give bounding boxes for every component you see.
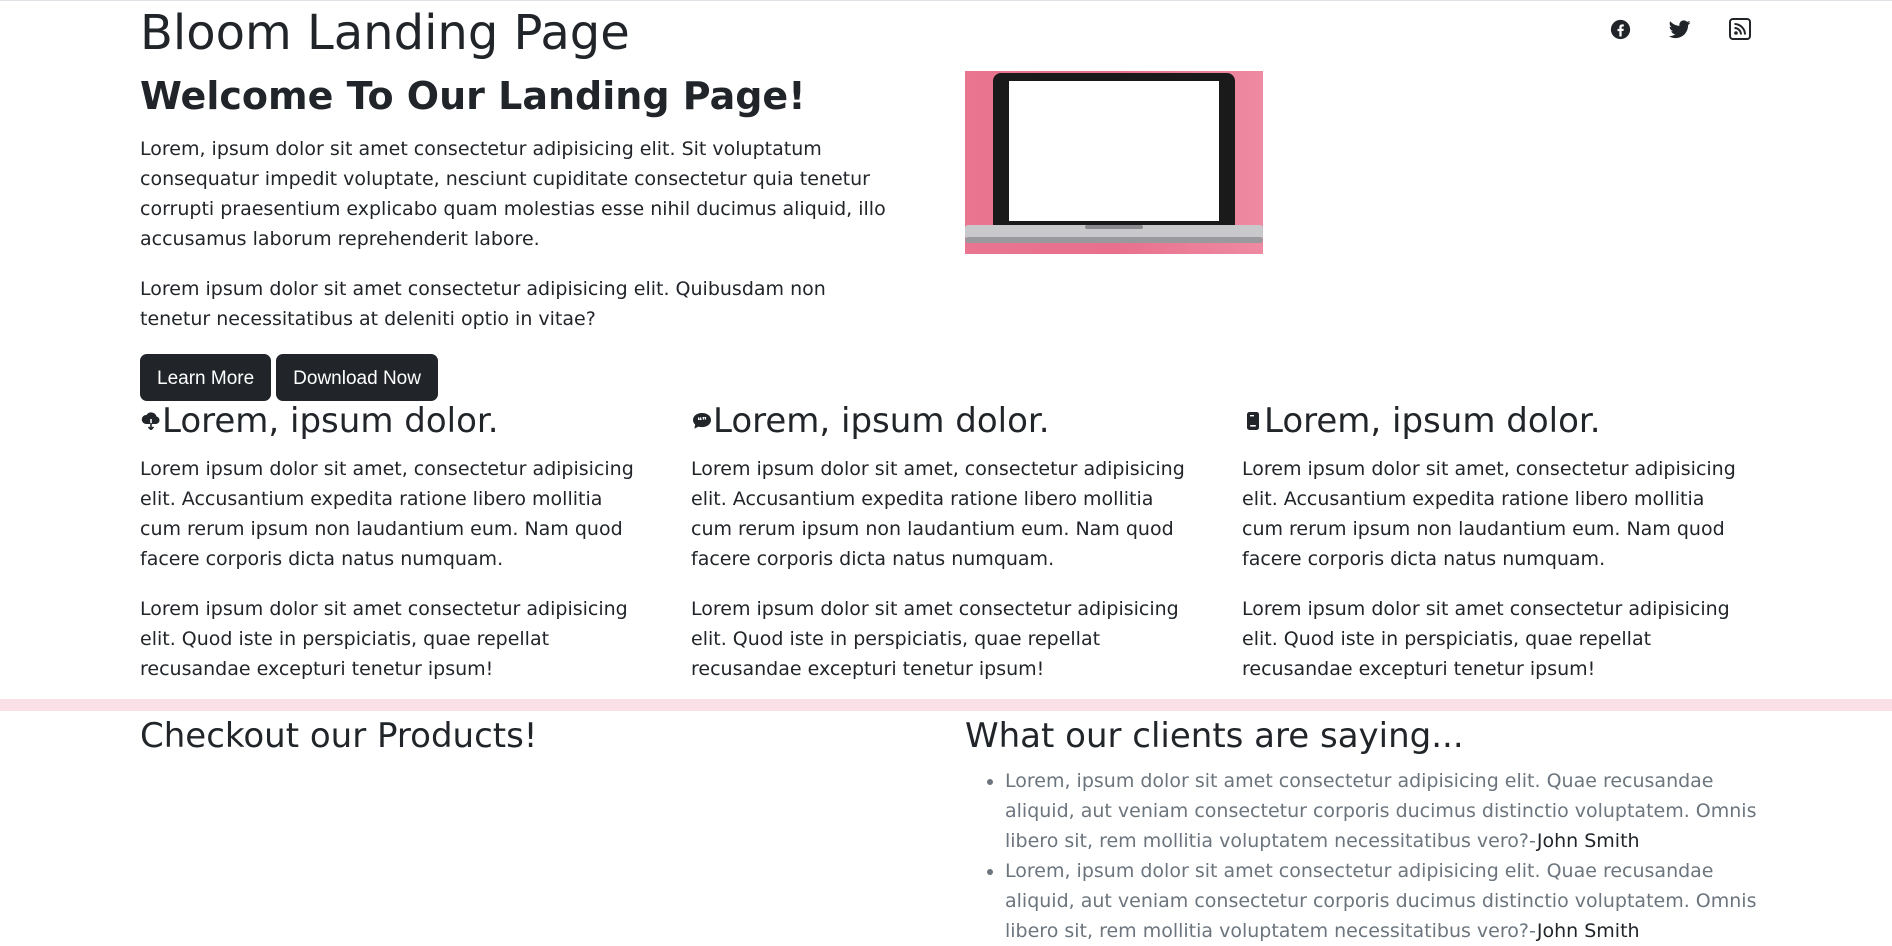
laptop-image (965, 71, 1263, 254)
cloud-download-icon (140, 411, 161, 432)
hero-paragraph: Lorem, ipsum dolor sit amet consectetur … (140, 138, 886, 250)
svg-text:❝❞: ❝❞ (697, 417, 707, 427)
testimonial-author: John Smith (1536, 920, 1640, 942)
learn-more-button[interactable]: Learn More (140, 354, 272, 401)
feature-title: Lorem, ipsum dolor. (1264, 401, 1601, 441)
twitter-icon[interactable] (1668, 15, 1692, 43)
phone-icon (1242, 411, 1263, 432)
chat-quote-icon: ❝❞ (691, 411, 712, 432)
hero-paragraph: Lorem ipsum dolor sit amet consectetur a… (140, 278, 826, 330)
hero-heading: Welcome To Our Landing Page! (140, 74, 806, 118)
feature-heading: Lorem, ipsum dolor. (1242, 400, 1738, 442)
social-links (1608, 15, 1752, 43)
facebook-icon[interactable] (1608, 15, 1632, 43)
feature-title: Lorem, ipsum dolor. (162, 401, 499, 441)
top-border (0, 0, 1892, 1)
testimonials-list: Lorem, ipsum dolor sit amet consectetur … (965, 766, 1765, 946)
feature-card: ❝❞ Lorem, ipsum dolor. Lorem ipsum dolor… (691, 400, 1187, 704)
testimonials-heading: What our clients are saying... (965, 716, 1464, 756)
feature-paragraph: Lorem ipsum dolor sit amet, consectetur … (140, 458, 634, 570)
feature-paragraph: Lorem ipsum dolor sit amet, consectetur … (691, 458, 1185, 570)
hero-section: Welcome To Our Landing Page! Lorem, ipsu… (140, 70, 900, 401)
download-now-button[interactable]: Download Now (276, 354, 438, 401)
feature-heading: Lorem, ipsum dolor. (140, 400, 636, 442)
hero-buttons: Learn More Download Now (140, 354, 900, 401)
testimonial-author: John Smith (1536, 830, 1640, 852)
testimonial-quote: Lorem, ipsum dolor sit amet consectetur … (1005, 860, 1757, 942)
site-title: Bloom Landing Page (140, 5, 630, 61)
features-row: Lorem, ipsum dolor. Lorem ipsum dolor si… (140, 400, 1752, 704)
feature-title: Lorem, ipsum dolor. (713, 401, 1050, 441)
feature-paragraph: Lorem ipsum dolor sit amet consectetur a… (140, 598, 628, 680)
products-heading: Checkout our Products! (140, 716, 538, 756)
list-item: Lorem, ipsum dolor sit amet consectetur … (1005, 856, 1765, 946)
feature-paragraph: Lorem ipsum dolor sit amet consectetur a… (691, 598, 1179, 680)
testimonials-section: What our clients are saying... Lorem, ip… (965, 710, 1765, 946)
feature-heading: ❝❞ Lorem, ipsum dolor. (691, 400, 1187, 442)
feature-card: Lorem, ipsum dolor. Lorem ipsum dolor si… (140, 400, 636, 704)
feature-card: Lorem, ipsum dolor. Lorem ipsum dolor si… (1242, 400, 1738, 704)
testimonial-quote: Lorem, ipsum dolor sit amet consectetur … (1005, 770, 1757, 852)
list-item: Lorem, ipsum dolor sit amet consectetur … (1005, 766, 1765, 856)
feature-paragraph: Lorem ipsum dolor sit amet consectetur a… (1242, 598, 1730, 680)
rss-icon[interactable] (1728, 15, 1752, 43)
feature-paragraph: Lorem ipsum dolor sit amet, consectetur … (1242, 458, 1736, 570)
